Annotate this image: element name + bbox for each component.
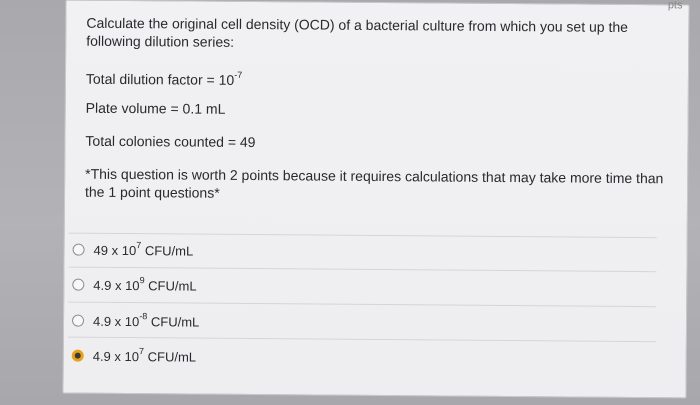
choice-label: 4.9 x 10-8 CFU/mL <box>92 311 200 330</box>
plate-volume-line: Plate volume = 0.1 mL <box>85 99 226 117</box>
dilution-exponent: -7 <box>234 70 243 81</box>
choice-option-2[interactable]: 4.9 x 109 CFU/mL <box>72 272 652 303</box>
choice-option-1[interactable]: 49 x 107 CFU/mL <box>72 237 652 268</box>
radio-icon[interactable] <box>71 314 85 327</box>
dilution-factor-line: Total dilution factor = 10-7 <box>86 70 242 89</box>
points-note: *This question is worth 2 points because… <box>84 165 664 201</box>
colonies-line: Total colonies counted = 49 <box>85 132 256 151</box>
points-label: pts <box>667 0 683 12</box>
question-card: pts Calculate the original cell density … <box>62 0 690 399</box>
choice-label: 4.9 x 107 CFU/mL <box>92 346 197 365</box>
radio-icon[interactable] <box>72 278 85 291</box>
choice-label: 49 x 107 CFU/mL <box>93 240 194 259</box>
question-prompt: Calculate the original cell density (OCD… <box>86 14 629 50</box>
choice-option-3[interactable]: 4.9 x 10-8 CFU/mL <box>71 308 652 339</box>
choice-divider <box>68 301 657 308</box>
choice-option-4[interactable]: 4.9 x 107 CFU/mL <box>71 343 652 374</box>
dilution-factor-text: Total dilution factor = 10 <box>85 70 235 88</box>
radio-icon[interactable] <box>72 243 85 256</box>
radio-selected-icon[interactable] <box>71 349 84 362</box>
choice-label: 4.9 x 109 CFU/mL <box>93 275 197 294</box>
